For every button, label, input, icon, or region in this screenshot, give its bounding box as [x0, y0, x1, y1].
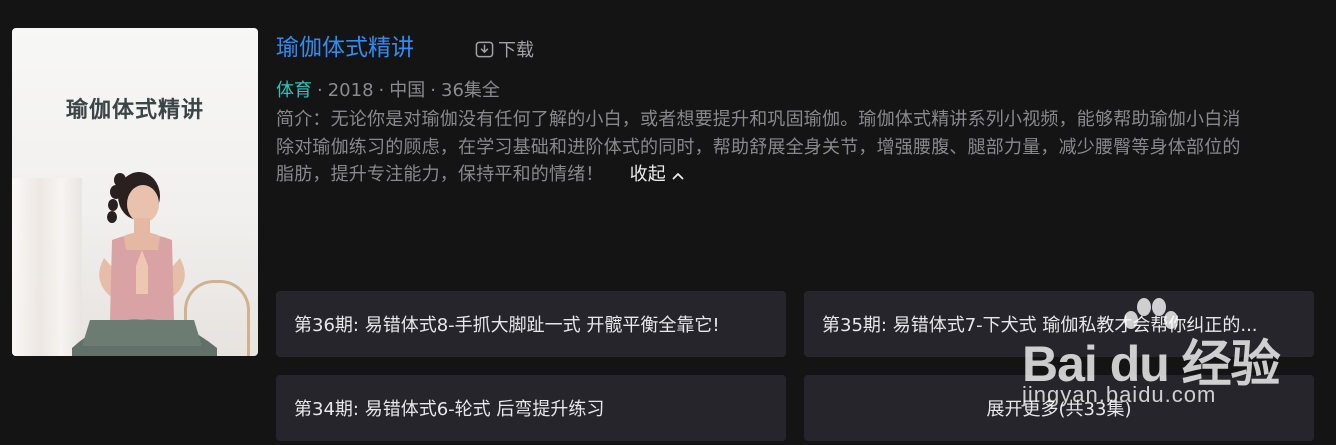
- description-line: 简介：无论你是对瑜伽没有任何了解的小白，或者想要提升和巩固瑜伽。瑜伽体式精讲系列…: [276, 109, 1241, 130]
- poster-title: 瑜伽体式精讲: [65, 98, 204, 123]
- meta-separator: ·: [378, 80, 385, 101]
- chevron-up-icon: [672, 161, 684, 189]
- expand-more-button[interactable]: 展开更多(共33集): [804, 375, 1314, 441]
- region-label: 中国: [389, 80, 426, 101]
- show-title[interactable]: 瑜伽体式精讲: [276, 32, 414, 64]
- episode-title: 第36期: 易错体式8-手抓大脚趾一式 开髋平衡全靠它!: [294, 315, 720, 336]
- meta-info: 体育 · 2018 · 中国 · 36集全: [276, 78, 500, 104]
- download-label: 下载: [498, 40, 534, 61]
- video-detail-page: 瑜伽体式精讲 瑜伽体式精讲 下载 体育 · 2018 · 中国 · 36集全 简介：无论你是…: [0, 0, 1336, 445]
- description: 简介：无论你是对瑜伽没有任何了解的小白，或者想要提升和巩固瑜伽。瑜伽体式精讲系列…: [276, 106, 1316, 189]
- episode-count: 36集全: [441, 80, 500, 101]
- episode-title: 第35期: 易错体式7-下犬式 瑜伽私教才会帮你纠正的...: [822, 315, 1258, 336]
- download-button[interactable]: 下载: [475, 36, 534, 62]
- poster-image[interactable]: 瑜伽体式精讲: [12, 28, 258, 356]
- description-text: 脂肪，提升专注能力，保持平和的情绪！: [276, 164, 604, 185]
- year-label: 2018: [327, 80, 374, 101]
- episode-card[interactable]: 第36期: 易错体式8-手抓大脚趾一式 开髋平衡全靠它!: [276, 291, 786, 357]
- description-line: 除对瑜伽练习的顾虑，在学习基础和进阶体式的同时，帮助舒展全身关节，增强腰腹、腿部…: [276, 136, 1241, 158]
- collapse-label: 收起: [629, 164, 667, 185]
- episode-title: 第34期: 易错体式6-轮式 后弯提升练习: [294, 399, 605, 420]
- meta-separator: ·: [317, 80, 323, 101]
- collapse-button[interactable]: 收起: [630, 161, 684, 189]
- description-line: 脂肪，提升专注能力，保持平和的情绪！ 收起: [276, 161, 1316, 189]
- meta-separator: ·: [430, 80, 437, 101]
- genre-tag[interactable]: 体育: [276, 80, 312, 101]
- download-icon: [475, 40, 494, 59]
- expand-more-label: 展开更多(共33集): [986, 399, 1132, 420]
- episode-card[interactable]: 第34期: 易错体式6-轮式 后弯提升练习: [276, 375, 786, 441]
- yoga-instructor-figure: [72, 172, 217, 356]
- episode-card[interactable]: 第35期: 易错体式7-下犬式 瑜伽私教才会帮你纠正的...: [804, 291, 1314, 357]
